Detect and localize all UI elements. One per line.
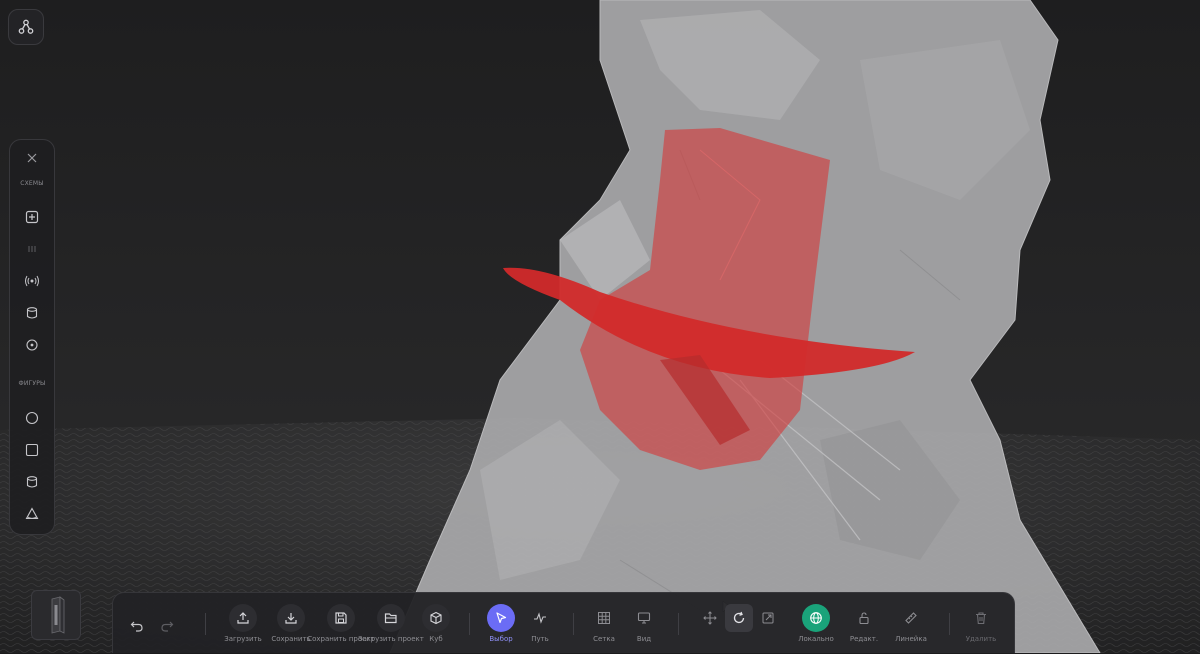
view-cube[interactable] <box>31 590 81 640</box>
toolbar-separator <box>678 613 679 635</box>
toolbar-separator <box>205 613 206 635</box>
circle-icon <box>25 411 39 425</box>
bars-icon <box>28 246 36 252</box>
add-box-icon <box>25 210 39 224</box>
redo-icon <box>161 621 174 632</box>
move-arrows-icon <box>703 611 717 625</box>
close-sidebar-button[interactable] <box>21 147 43 169</box>
triangle-icon <box>25 507 39 520</box>
view-label: Вид <box>636 635 652 643</box>
move-tool-button[interactable] <box>696 593 724 654</box>
shape-box-button[interactable] <box>21 439 43 461</box>
3d-viewport[interactable] <box>0 0 1200 653</box>
cube-label: Куб <box>429 635 443 643</box>
view-button[interactable]: Вид <box>614 593 674 654</box>
cube-button[interactable]: Куб <box>406 593 466 654</box>
path-tool-button[interactable]: Путь <box>510 593 570 654</box>
database-button[interactable] <box>21 302 43 324</box>
cylinder-icon <box>26 476 38 488</box>
monitor-icon <box>637 612 651 624</box>
shape-cylinder-button[interactable] <box>21 471 43 493</box>
shape-cone-button[interactable] <box>21 503 43 525</box>
ruler-label: Линейка <box>895 635 927 643</box>
signal-source-button[interactable] <box>21 270 43 292</box>
path-label: Путь <box>531 635 549 643</box>
square-icon <box>25 443 39 457</box>
upload-icon <box>237 612 249 624</box>
layers-button[interactable] <box>21 238 43 260</box>
scale-icon <box>762 612 774 624</box>
target-button[interactable] <box>21 334 43 356</box>
section-label-shapes: ФИГУРЫ <box>18 380 46 387</box>
close-icon <box>27 153 37 163</box>
ruler-button[interactable]: Линейка <box>881 593 941 654</box>
grid-icon <box>598 612 610 624</box>
unlock-icon <box>859 612 869 625</box>
floppy-disk-icon <box>335 612 347 624</box>
scene-graph-button[interactable] <box>8 9 44 45</box>
cube-icon <box>430 611 442 625</box>
cube-preview-icon <box>51 596 65 634</box>
delete-button[interactable]: Удалить <box>951 593 1011 654</box>
cylinder-icon <box>26 307 38 319</box>
path-icon <box>534 612 546 624</box>
shape-sphere-button[interactable] <box>21 407 43 429</box>
folder-open-icon <box>384 613 397 624</box>
download-icon <box>285 613 297 624</box>
target-icon <box>26 339 38 351</box>
add-scheme-button[interactable] <box>21 206 43 228</box>
undo-icon <box>130 621 143 632</box>
bottom-toolbar: Загрузить Сохранить Сохранить проект Заг… <box>112 592 1015 653</box>
left-tool-sidebar: СХЕМЫ ФИГУРЫ <box>9 139 55 535</box>
trash-icon <box>976 612 986 625</box>
rotate-tool-button[interactable] <box>725 593 753 654</box>
broadcast-icon <box>25 275 39 287</box>
delete-label: Удалить <box>965 635 997 643</box>
graph-icon <box>18 19 34 34</box>
toolbar-separator <box>949 613 950 635</box>
redo-button[interactable] <box>147 593 187 654</box>
toolbar-separator <box>469 613 470 635</box>
rotate-icon <box>733 611 745 624</box>
scale-tool-button[interactable] <box>754 593 782 654</box>
globe-icon <box>810 612 822 624</box>
ruler-icon <box>905 612 917 624</box>
pointer-icon <box>496 612 507 624</box>
section-label-schemes: СХЕМЫ <box>20 180 44 187</box>
